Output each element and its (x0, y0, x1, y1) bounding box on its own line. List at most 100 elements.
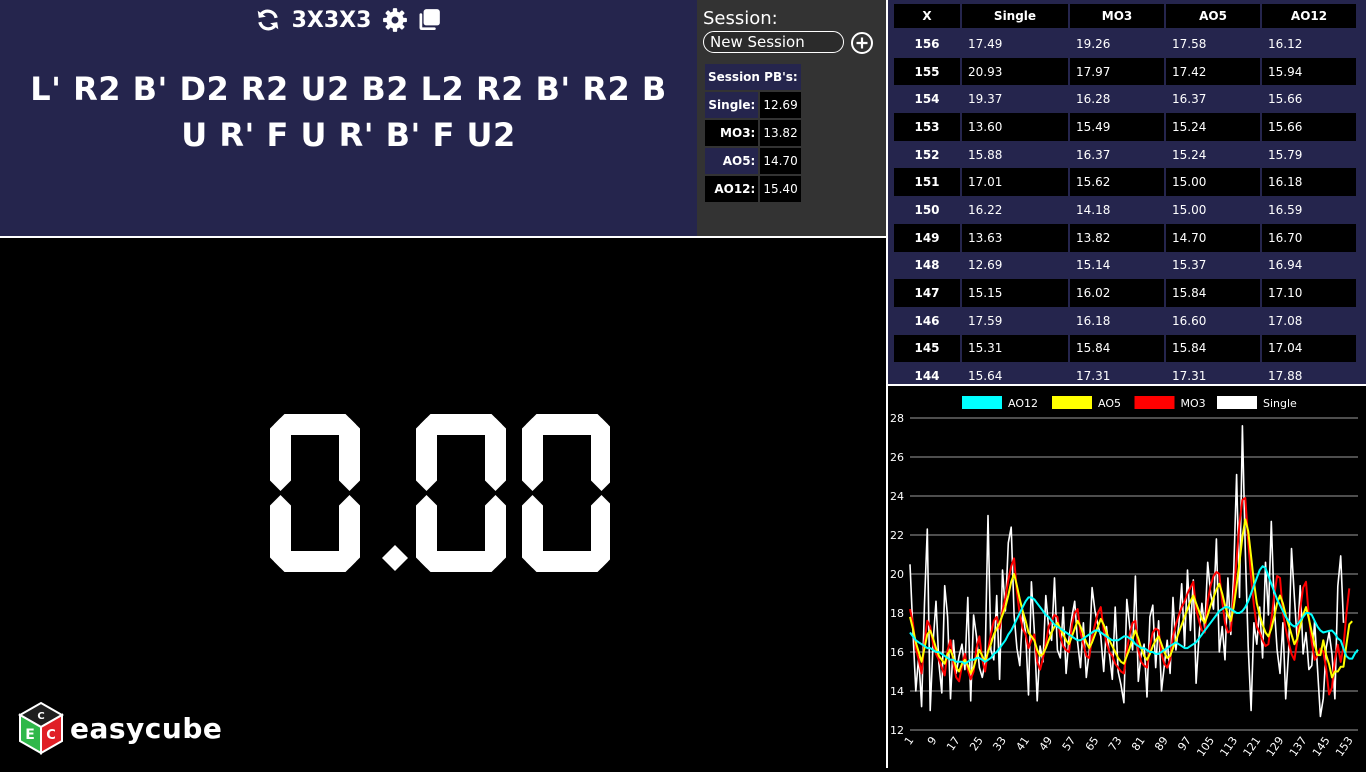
y-tick-label: 22 (890, 529, 904, 542)
table-row[interactable]: 153 13.60 15.49 15.24 15.66 (894, 113, 1356, 141)
x-tick-label: 25 (967, 734, 986, 753)
table-cell-x: 144 (894, 362, 960, 384)
scramble-panel: 3X3X3 L' R2 B' D2 R2 U2 B2 L2 R2 B' R2 B… (0, 0, 697, 236)
timer-digit (416, 414, 506, 572)
table-cell-ao12: 16.70 (1262, 223, 1356, 252)
table-cell-ao12: 15.66 (1262, 85, 1356, 114)
table-cell-single: 17.49 (962, 30, 1068, 58)
legend-swatch-mo3 (1134, 396, 1175, 409)
table-cell-single: 15.31 (962, 334, 1068, 363)
table-cell-x: 149 (894, 223, 960, 252)
table-row[interactable]: 146 17.59 16.18 16.60 17.08 (894, 306, 1356, 335)
table-row[interactable]: 154 19.37 16.28 16.37 15.66 (894, 85, 1356, 114)
table-cell-ao12: 15.79 (1262, 140, 1356, 169)
legend-label-mo3: MO3 (1181, 397, 1206, 410)
pb-value: 14.70 (760, 148, 801, 174)
table-cell-ao12: 17.10 (1262, 279, 1356, 307)
copy-icon[interactable] (416, 7, 442, 33)
x-tick-label: 73 (1106, 734, 1125, 753)
y-tick-label: 20 (890, 568, 904, 581)
table-cell-mo3: 15.14 (1070, 251, 1164, 280)
table-cell-x: 153 (894, 113, 960, 141)
table-cell-ao12: 16.59 (1262, 196, 1356, 224)
gear-icon[interactable] (382, 7, 408, 33)
timer-display[interactable] (270, 414, 610, 572)
x-tick-label: 105 (1194, 734, 1217, 759)
pb-value: 12.69 (760, 92, 801, 118)
table-cell-ao5: 17.58 (1166, 30, 1260, 58)
pb-row-mo3: MO3: 13.82 (705, 120, 801, 146)
timer-decimal-point (382, 545, 408, 571)
times-chart: 12 14 16 18 20 22 24 26 28 1 9 17 25 33 41 49 57 65 73 81 89… (890, 396, 1359, 759)
legend-label-single: Single (1263, 397, 1297, 410)
puzzle-type-label[interactable]: 3X3X3 (292, 8, 372, 33)
pb-row-ao5: AO5: 14.70 (705, 148, 801, 174)
refresh-icon[interactable] (255, 7, 281, 33)
table-cell-single: 13.60 (962, 113, 1068, 141)
x-tick-label: 17 (944, 734, 963, 753)
table-row[interactable]: 149 13.63 13.82 14.70 16.70 (894, 223, 1356, 252)
table-cell-x: 156 (894, 30, 960, 58)
table-cell-ao5: 15.84 (1166, 279, 1260, 307)
x-tick-label: 153 (1333, 734, 1356, 759)
table-cell-mo3: 13.82 (1070, 223, 1164, 252)
table-cell-single: 15.64 (962, 362, 1068, 384)
table-row[interactable]: 152 15.88 16.37 15.24 15.79 (894, 140, 1356, 169)
table-cell-mo3: 17.97 (1070, 57, 1164, 86)
table-cell-x: 147 (894, 279, 960, 307)
x-tick-label: 57 (1060, 734, 1079, 753)
table-cell-mo3: 19.26 (1070, 30, 1164, 58)
x-tick-label: 81 (1129, 734, 1148, 753)
table-row[interactable]: 147 15.15 16.02 15.84 17.10 (894, 279, 1356, 307)
table-cell-ao5: 14.70 (1166, 223, 1260, 252)
table-cell-ao5: 16.37 (1166, 85, 1260, 114)
table-cell-single: 17.01 (962, 168, 1068, 197)
table-cell-ao12: 16.12 (1262, 30, 1356, 58)
times-panel: X Single MO3 AO5 AO12 156 17.49 19.26 17.58… (888, 0, 1366, 384)
x-tick-label: 121 (1241, 734, 1264, 759)
logo-text: easycube (70, 711, 223, 745)
pb-row-single: Single: 12.69 (705, 92, 801, 118)
pb-label: AO12: (705, 176, 759, 202)
x-tick-label: 137 (1287, 734, 1310, 759)
table-cell-mo3: 16.37 (1070, 140, 1164, 169)
table-row[interactable]: 148 12.69 15.14 15.37 16.94 (894, 251, 1356, 280)
y-tick-label: 14 (890, 685, 904, 698)
table-cell-x: 146 (894, 306, 960, 335)
table-cell-ao12: 17.88 (1262, 362, 1356, 384)
table-row[interactable]: 151 17.01 15.62 15.00 16.18 (894, 168, 1356, 197)
table-cell-ao5: 15.24 (1166, 140, 1260, 169)
column-header-single[interactable]: Single (962, 4, 1068, 30)
x-tick-label: 9 (925, 734, 940, 747)
column-header-ao12[interactable]: AO12 (1262, 4, 1356, 30)
cube-logo-icon: C E C (17, 701, 65, 755)
column-header-mo3[interactable]: MO3 (1070, 4, 1164, 30)
add-session-icon[interactable] (850, 31, 874, 55)
table-row[interactable]: 144 15.64 17.31 17.31 17.88 (894, 362, 1356, 384)
table-cell-x: 155 (894, 57, 960, 86)
table-cell-mo3: 15.84 (1070, 334, 1164, 363)
table-cell-ao12: 17.08 (1262, 306, 1356, 335)
table-cell-ao5: 17.31 (1166, 362, 1260, 384)
pb-row-ao12: AO12: 15.40 (705, 176, 801, 202)
table-cell-ao12: 16.94 (1262, 251, 1356, 280)
table-cell-x: 151 (894, 168, 960, 197)
legend-swatch-ao5 (1052, 396, 1092, 409)
y-tick-label: 12 (890, 724, 904, 737)
table-cell-x: 148 (894, 251, 960, 280)
session-select[interactable]: New Session (703, 31, 844, 53)
y-tick-label: 28 (890, 412, 904, 425)
table-row[interactable]: 156 17.49 19.26 17.58 16.12 (894, 30, 1356, 58)
table-row[interactable]: 145 15.31 15.84 15.84 17.04 (894, 334, 1356, 363)
pb-label: AO5: (705, 148, 759, 174)
table-row[interactable]: 155 20.93 17.97 17.42 15.94 (894, 57, 1356, 86)
table-row[interactable]: 150 16.22 14.18 15.00 16.59 (894, 196, 1356, 224)
pb-label: MO3: (705, 120, 759, 146)
x-tick-label: 129 (1264, 734, 1287, 759)
pb-value: 15.40 (760, 176, 801, 202)
column-header-x[interactable]: X (894, 4, 960, 30)
table-cell-x: 152 (894, 140, 960, 169)
table-cell-single: 15.88 (962, 140, 1068, 169)
column-header-ao5[interactable]: AO5 (1166, 4, 1260, 30)
timer-panel[interactable]: C E C easycube (0, 238, 886, 768)
